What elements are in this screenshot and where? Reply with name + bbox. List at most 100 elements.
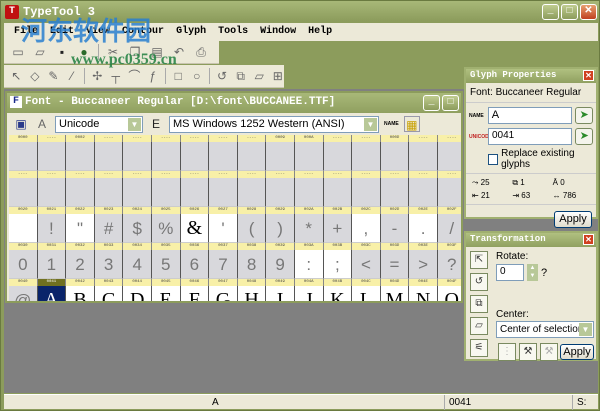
glyph-cell[interactable] (151, 142, 181, 171)
corner-icon[interactable]: ┬ (110, 68, 123, 84)
print-icon[interactable]: ⎙ (193, 44, 209, 60)
font-window-maximize-button[interactable]: □ (442, 95, 459, 111)
add-point-icon[interactable]: ✢ (91, 68, 104, 84)
codepage-select[interactable]: MS Windows 1252 Western (ANSI) ▼ (169, 115, 379, 133)
glyph-cell[interactable]: J (294, 286, 324, 301)
glyph-cell[interactable] (409, 142, 438, 171)
rotate-spinner[interactable]: ▲ ▼ (527, 264, 538, 281)
skew-icon[interactable]: ▱ (253, 68, 266, 84)
glyph-cell[interactable] (209, 178, 238, 207)
grid-view-icon[interactable]: ▦ (403, 116, 420, 132)
glyph-cell[interactable] (66, 178, 95, 207)
menu-tools[interactable]: Tools (212, 23, 254, 41)
glyph-cell[interactable] (180, 178, 210, 207)
apply-unicode-button[interactable]: ➤ (575, 128, 593, 145)
glyph-cell[interactable] (352, 178, 381, 207)
unicode-input[interactable]: 0041 (488, 128, 573, 145)
glyph-cell[interactable]: ) (266, 214, 295, 243)
apply-more-icon[interactable]: ⚒ (540, 343, 558, 361)
glyph-cell[interactable]: 6 (180, 250, 210, 279)
eraser-icon[interactable]: ◇ (29, 68, 42, 84)
pointer-icon[interactable]: ↖ (10, 68, 23, 84)
glyph-cell[interactable]: ' (209, 214, 238, 243)
maximize-button[interactable]: □ (561, 4, 578, 20)
glyph-cell[interactable]: 2 (66, 250, 95, 279)
glyph-cell[interactable] (94, 178, 124, 207)
rotate-icon[interactable]: ↺ (470, 273, 488, 291)
glyph-cell[interactable]: N (409, 286, 438, 301)
glyph-cell[interactable]: > (409, 250, 438, 279)
glyph-cell[interactable]: A (37, 286, 67, 301)
glyph-cell[interactable]: I (266, 286, 295, 301)
glyph-cell[interactable]: F (180, 286, 210, 301)
mirror-icon[interactable]: ⚟ (470, 339, 488, 357)
glyph-cell[interactable] (151, 178, 181, 207)
apply-hammer-icon[interactable]: ⚒ (519, 343, 537, 361)
glyph-cell[interactable] (437, 178, 461, 207)
glyph-cell[interactable] (9, 214, 38, 243)
glyph-cell[interactable]: * (294, 214, 324, 243)
scale-icon[interactable]: ⧉ (470, 295, 488, 313)
close-icon[interactable]: ✕ (583, 234, 594, 245)
glyph-cell[interactable]: B (66, 286, 95, 301)
glyph-cell[interactable] (37, 142, 67, 171)
glyph-cell[interactable]: O (437, 286, 461, 301)
glyph-cell[interactable] (409, 178, 438, 207)
glyph-cell[interactable] (94, 142, 124, 171)
glyph-cell[interactable]: L (352, 286, 381, 301)
glyph-cell[interactable]: ( (237, 214, 267, 243)
copy-transform-icon[interactable]: ⋮ (498, 343, 516, 361)
close-button[interactable]: ✕ (580, 4, 597, 20)
glyph-cell[interactable]: 5 (151, 250, 181, 279)
glyph-cell[interactable] (380, 178, 410, 207)
glyph-cell[interactable] (380, 142, 410, 171)
glyph-cell[interactable]: M (380, 286, 410, 301)
knife-icon[interactable]: ⁄ (66, 68, 79, 84)
measure-icon[interactable]: ⊞ (271, 68, 284, 84)
glyph-cell[interactable] (237, 178, 267, 207)
ellipse-icon[interactable]: ○ (190, 68, 203, 84)
glyph-cell[interactable]: E (151, 286, 181, 301)
glyph-cell[interactable]: & (180, 214, 210, 243)
rotate-input[interactable]: 0 (496, 264, 524, 281)
glyph-cell[interactable]: : (294, 250, 324, 279)
glyph-cell[interactable] (180, 142, 210, 171)
glyph-cell[interactable] (209, 142, 238, 171)
glyph-cell[interactable] (37, 178, 67, 207)
glyph-cell[interactable]: ? (437, 250, 461, 279)
font-info-icon[interactable]: ▣ (13, 116, 29, 132)
glyph-cell[interactable]: ; (323, 250, 353, 279)
glyph-cell[interactable] (123, 178, 152, 207)
transform-apply-button[interactable]: Apply (560, 344, 594, 360)
glyph-cell[interactable] (323, 142, 353, 171)
glyph-cell[interactable]: 9 (266, 250, 295, 279)
glyph-cell[interactable] (237, 142, 267, 171)
pencil-icon[interactable]: ✎ (47, 68, 60, 84)
glyph-cell[interactable]: < (352, 250, 381, 279)
glyph-cell[interactable]: 3 (94, 250, 124, 279)
glyph-cell[interactable]: / (437, 214, 461, 243)
close-icon[interactable]: ✕ (583, 70, 594, 81)
replace-checkbox[interactable] (488, 153, 499, 165)
glyph-cell[interactable] (123, 142, 152, 171)
glyph-cell[interactable]: H (237, 286, 267, 301)
scale-icon[interactable]: ⧉ (234, 68, 247, 84)
glyph-cell[interactable]: 0 (9, 250, 38, 279)
glyph-cell[interactable] (323, 178, 353, 207)
apply-name-button[interactable]: ➤ (575, 107, 593, 124)
glyph-cell[interactable] (294, 142, 324, 171)
menu-window[interactable]: Window (254, 23, 302, 41)
glyph-cell[interactable]: @ (9, 286, 38, 301)
glyph-cell[interactable] (437, 142, 461, 171)
glyph-cell[interactable] (266, 178, 295, 207)
menu-glyph[interactable]: Glyph (170, 23, 212, 41)
show-names-button[interactable]: NAME (384, 121, 399, 127)
glyph-cell[interactable]: = (380, 250, 410, 279)
slant-icon[interactable]: ▱ (470, 317, 488, 335)
glyph-cell[interactable]: K (323, 286, 353, 301)
minimize-button[interactable]: _ (542, 4, 559, 20)
glyph-cell[interactable]: " (66, 214, 95, 243)
glyph-cell[interactable] (66, 142, 95, 171)
glyph-cell[interactable] (9, 178, 38, 207)
glyph-cell[interactable] (266, 142, 295, 171)
